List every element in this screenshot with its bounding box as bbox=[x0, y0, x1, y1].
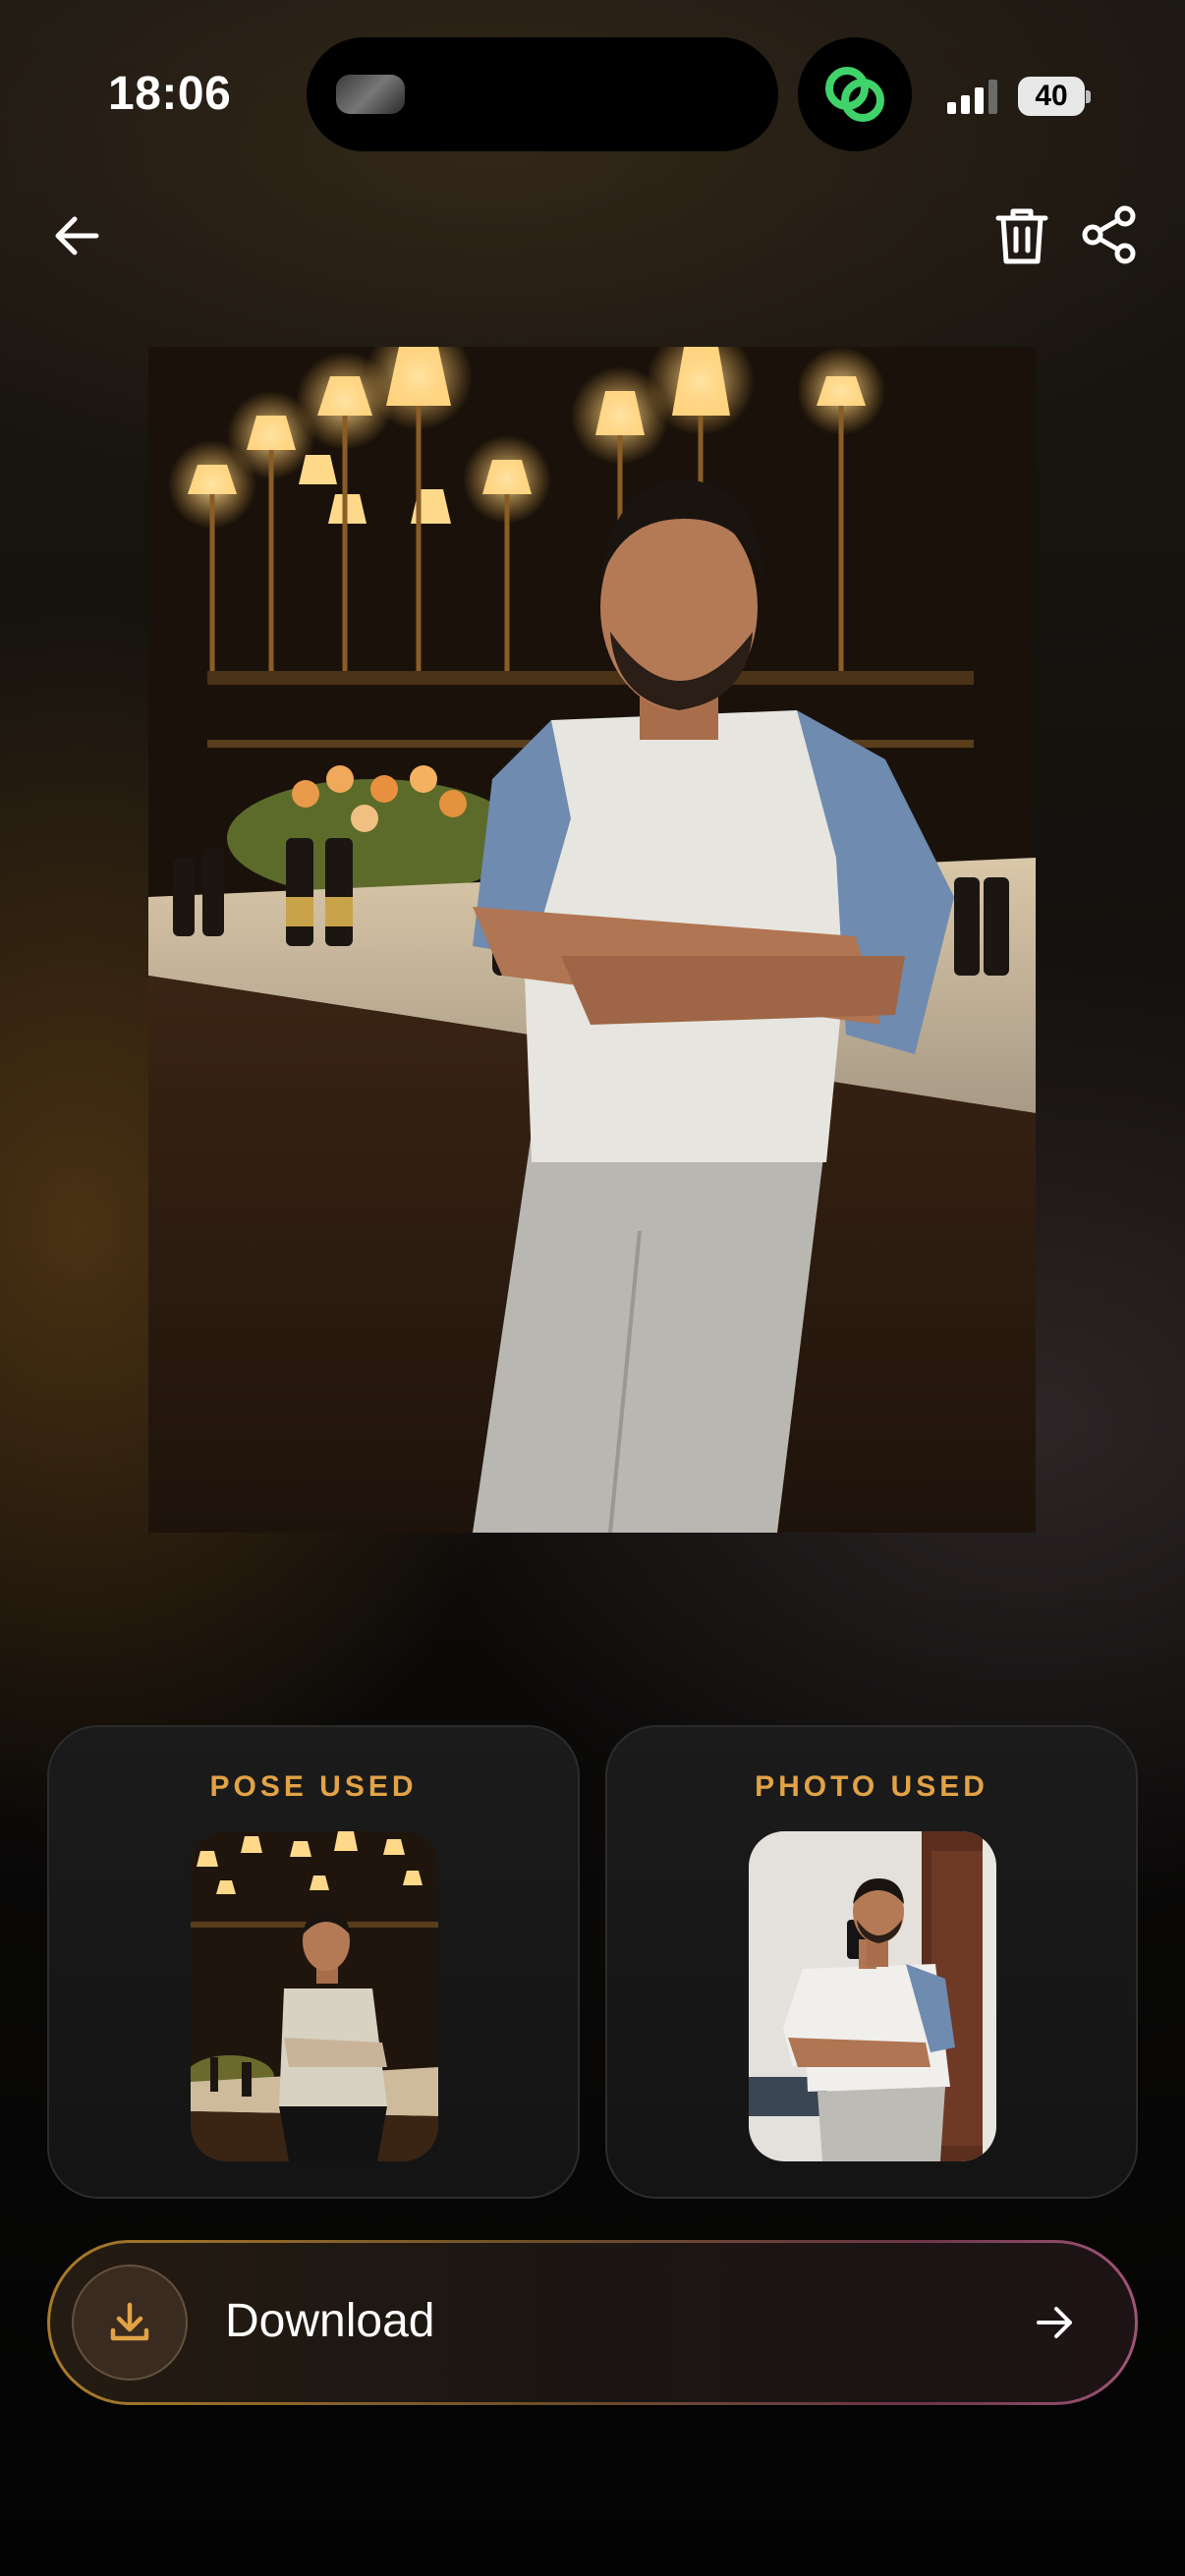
cellular-signal-icon bbox=[947, 80, 997, 114]
pose-used-title: POSE USED bbox=[209, 1770, 418, 1803]
download-label: Download bbox=[225, 2295, 435, 2347]
photo-used-card[interactable]: PHOTO USED bbox=[605, 1725, 1138, 2199]
status-time: 18:06 bbox=[108, 68, 232, 120]
pose-reference-image bbox=[191, 1831, 438, 2161]
pose-reference-thumbnail[interactable] bbox=[191, 1831, 438, 2161]
delete-button[interactable] bbox=[992, 204, 1051, 267]
pose-used-card[interactable]: POSE USED bbox=[47, 1725, 580, 2199]
dynamic-island bbox=[307, 37, 778, 151]
photo-used-title: PHOTO USED bbox=[755, 1770, 988, 1803]
arrow-right-icon bbox=[1037, 2307, 1072, 2338]
download-button[interactable]: Download bbox=[47, 2240, 1138, 2405]
photo-illustration bbox=[148, 347, 1036, 1533]
photo-reference-thumbnail[interactable] bbox=[749, 1831, 996, 2161]
live-activity-thumbnail bbox=[336, 75, 405, 114]
trash-icon bbox=[995, 208, 1048, 264]
arrow-left-icon bbox=[55, 216, 99, 255]
battery-level: 40 bbox=[1018, 77, 1085, 116]
share-button[interactable] bbox=[1079, 204, 1140, 265]
download-icon bbox=[72, 2265, 188, 2380]
back-button[interactable] bbox=[47, 206, 106, 265]
battery-icon: 40 bbox=[1018, 77, 1091, 116]
green-link-icon bbox=[798, 37, 912, 151]
share-icon bbox=[1082, 205, 1136, 264]
generated-photo[interactable] bbox=[148, 347, 1036, 1533]
photo-reference-image bbox=[749, 1831, 996, 2161]
